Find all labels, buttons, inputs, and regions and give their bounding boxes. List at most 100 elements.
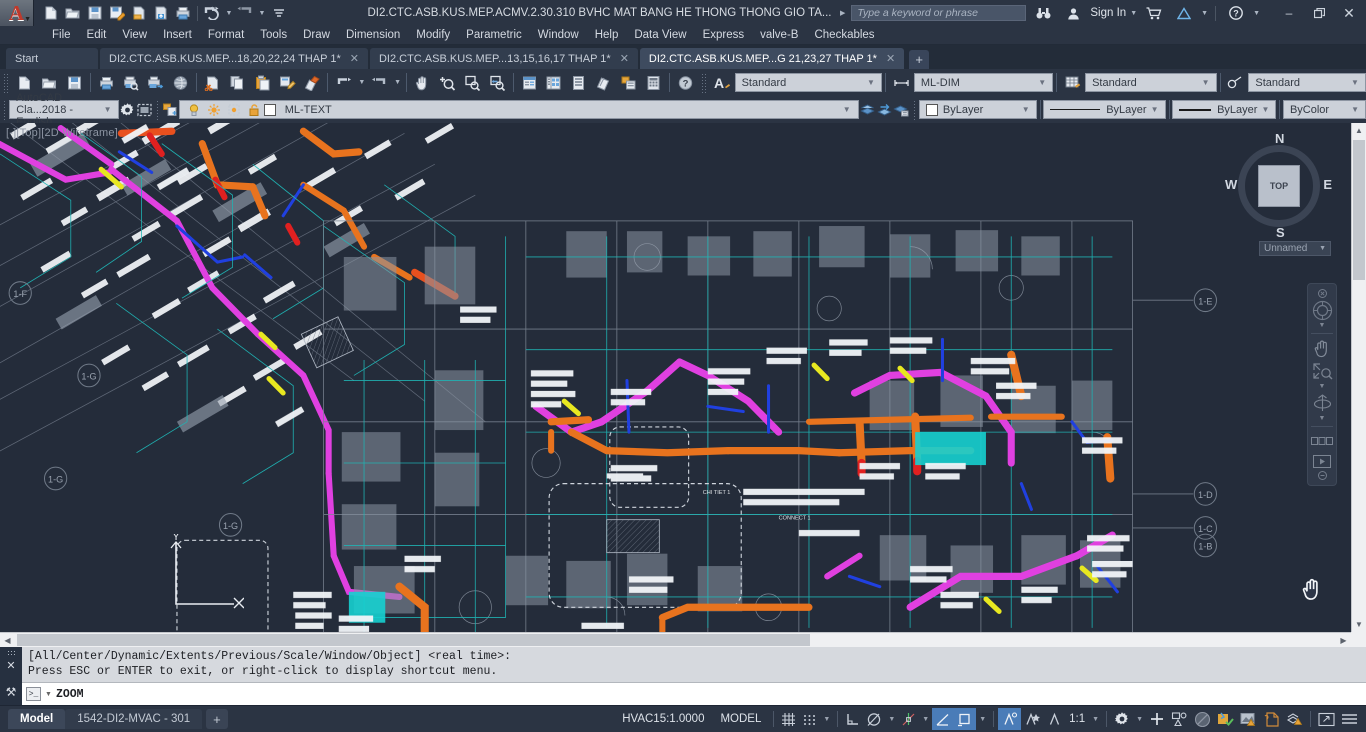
design-center-icon[interactable] [542,71,567,95]
sign-in-chevron-icon[interactable]: ▼ [1130,10,1137,17]
mleader-style-dropdown[interactable]: Standard ▼ [1248,73,1366,92]
snap-mode-toggle[interactable] [799,708,820,730]
add-layout-button[interactable]: + [206,709,228,729]
object-snap-tracking-toggle[interactable] [932,708,955,730]
undo-dropdown-icon[interactable]: ▼ [356,71,367,95]
publish-icon[interactable] [143,71,168,95]
text-style-dropdown[interactable]: Standard ▼ [734,73,882,92]
named-view-dropdown[interactable]: Unnamed ▼ [1259,241,1331,256]
layer-manager-icon[interactable] [616,71,641,95]
menu-item-checkables[interactable]: Checkables [806,26,882,45]
menu-item-file[interactable]: File [44,26,79,45]
layer-freeze-icon[interactable] [204,98,224,122]
compass-east-label[interactable]: E [1323,177,1332,192]
plot-icon[interactable] [172,3,193,24]
close-icon[interactable]: ✕ [620,52,629,65]
annotation-scale-sync-icon[interactable] [1044,708,1065,730]
menu-item-window[interactable]: Window [530,26,587,45]
ortho-mode-toggle[interactable] [842,708,863,730]
undo-dropdown-icon[interactable]: ▼ [224,3,234,24]
isolate-objects-icon[interactable] [1168,708,1191,730]
close-icon[interactable]: ✕ [886,52,895,65]
zoom-extents-icon[interactable] [1309,360,1335,382]
menu-item-parametric[interactable]: Parametric [458,26,530,45]
horizontal-scrollbar[interactable]: ◀ ▶ [0,632,1351,647]
sign-in-label[interactable]: Sign In [1090,7,1126,19]
binoculars-icon[interactable] [1030,1,1056,25]
save-as-icon[interactable] [106,3,127,24]
layer-on-icon[interactable] [184,98,204,122]
layout-tab-0[interactable]: 1542-DI2-MVAC - 301 [65,709,203,729]
calculator-icon[interactable] [641,71,666,95]
window-close-button[interactable]: ✕ [1336,1,1362,25]
orbit-chevron-icon[interactable]: ▼ [1319,415,1326,423]
layer-match-icon[interactable] [876,98,893,122]
graphics-performance-icon[interactable] [1237,708,1260,730]
steering-wheel-icon[interactable] [1309,299,1335,321]
vertical-scroll-thumb[interactable] [1353,140,1365,280]
file-tab-3-active[interactable]: DI2.CTC.ASB.KUS.MEP...G 21,23,27 THAP 1*… [639,48,905,69]
text-style-icon[interactable]: A [710,71,735,95]
erase-icon[interactable] [300,71,325,95]
toolbar-grip[interactable] [3,72,10,93]
dimension-style-dropdown[interactable]: ML-DIM ▼ [913,73,1054,92]
chevron-down-icon[interactable]: ▼ [838,105,856,114]
menu-item-insert[interactable]: Insert [155,26,200,45]
viewport-label[interactable]: [-][Top][2D Wireframe] [6,127,118,139]
dynamic-ucs-toggle[interactable] [954,708,977,730]
customize-wrench-icon[interactable]: ⚒ [6,685,17,699]
cut-icon[interactable] [200,71,225,95]
help-icon[interactable]: ? [673,71,698,95]
layer-control[interactable]: ML-TEXT ▼ [178,98,859,122]
layer-make-current-icon[interactable] [859,98,876,122]
drawing-canvas[interactable]: [-][Top][2D Wireframe] 1-F 1-G 1-G 1-G 1… [0,123,1351,632]
window-minimize-button[interactable]: – [1276,1,1302,25]
menu-item-view[interactable]: View [114,26,155,45]
menu-item-dimension[interactable]: Dimension [338,26,408,45]
osnap-chevron-icon[interactable]: ▼ [919,716,932,723]
properties-icon[interactable] [517,71,542,95]
menu-item-express[interactable]: Express [695,26,753,45]
horizontal-scroll-track[interactable] [15,633,1336,647]
clean-screen-icon[interactable] [1260,708,1283,730]
gear-icon[interactable] [119,98,136,122]
chevron-down-icon[interactable]: ▼ [45,691,52,698]
menu-item-valve-b[interactable]: valve-B [752,26,806,45]
table-style-icon[interactable] [1060,71,1085,95]
app-store-cart-icon[interactable] [1141,1,1167,25]
workspace-dropdown[interactable]: AutoCAD Cla...2018 - English ▼ [9,92,119,128]
customize-icon[interactable] [268,3,289,24]
compass-west-label[interactable]: W [1225,177,1237,192]
layer-new-vp-freeze-icon[interactable] [224,98,244,122]
annotation-scale-value[interactable]: HVAC15:1.0000 [614,713,712,725]
navbar-close-icon[interactable] [1309,288,1335,298]
menu-item-draw[interactable]: Draw [295,26,338,45]
help-chevron-icon[interactable]: ▼ [1253,10,1260,17]
showmotion-thumbnails-icon[interactable] [1309,430,1335,452]
close-icon[interactable]: ✕ [350,52,359,65]
menu-item-data-view[interactable]: Data View [626,26,694,45]
3dprint-icon[interactable] [168,71,193,95]
plot-preview-icon[interactable] [118,71,143,95]
navbar-minimize-icon[interactable] [1309,470,1335,481]
snap-chevron-icon[interactable]: ▼ [820,716,833,723]
new-icon[interactable] [40,3,61,24]
command-line-grip[interactable] [6,650,16,656]
menu-item-help[interactable]: Help [587,26,627,45]
match-properties-icon[interactable] [275,71,300,95]
cloud-upload-icon[interactable] [150,3,171,24]
zoom-chevron-ic[interactable]: ▼ [1319,383,1326,391]
settings-chevron-icon[interactable]: ▼ [1133,716,1146,723]
layer-lock-icon[interactable] [244,98,264,122]
pan-icon[interactable] [410,71,435,95]
toolbar-grip[interactable] [700,72,708,93]
new-tab-button[interactable]: + [909,50,930,69]
toolbar-grip[interactable] [155,99,160,120]
open-icon[interactable] [62,3,83,24]
paste-icon[interactable] [250,71,275,95]
command-input[interactable]: ZOOM [56,688,84,701]
workspace-switching-icon[interactable] [1214,708,1237,730]
scale-ratio-value[interactable]: 1:1 [1065,713,1089,725]
compass-north-label[interactable]: N [1275,131,1284,146]
scroll-up-icon[interactable]: ▲ [1352,123,1366,138]
